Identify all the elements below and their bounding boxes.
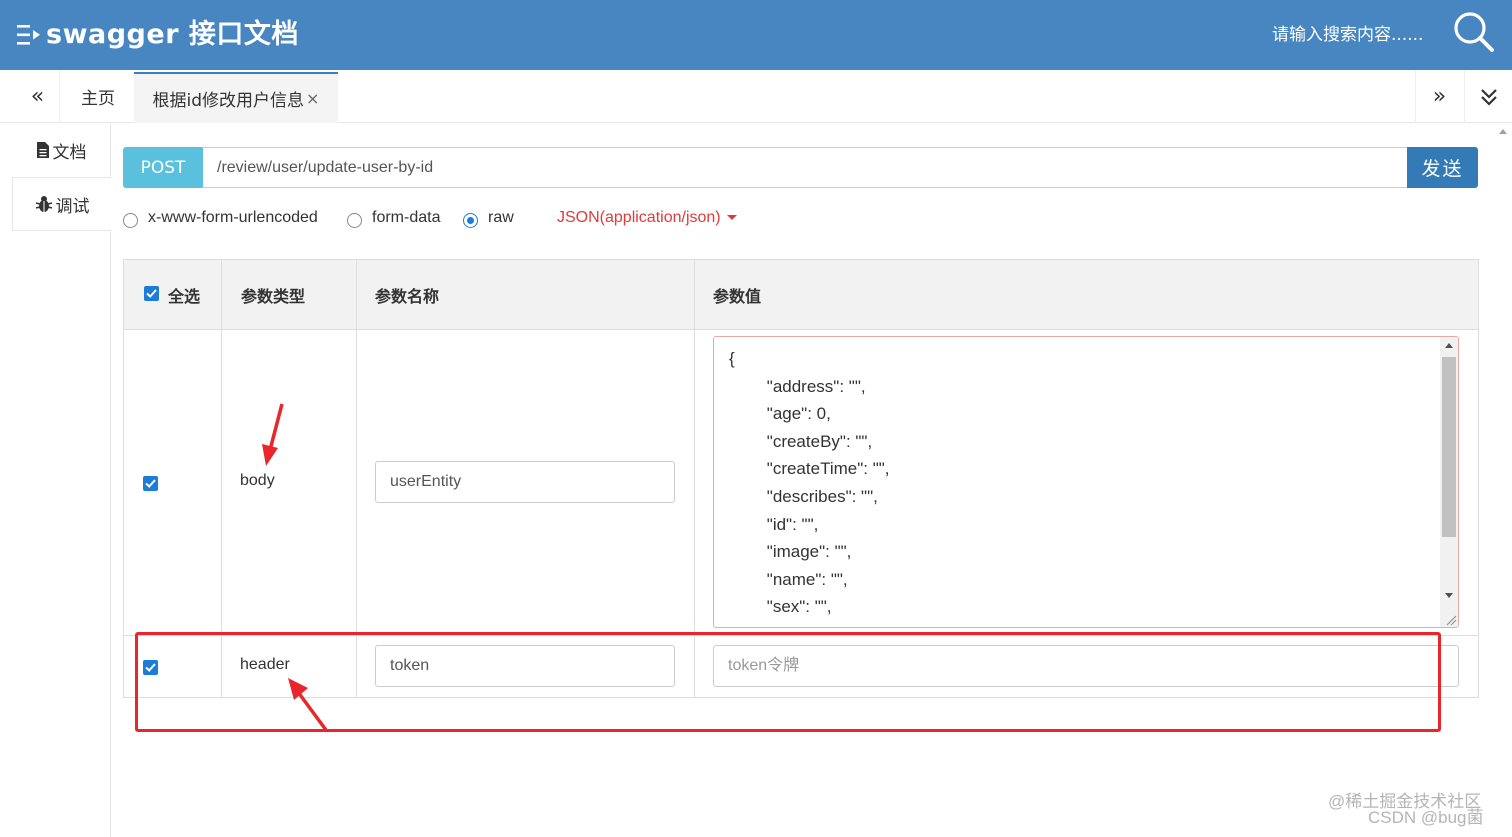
app-header: swagger 接口文档 请输入搜索内容...... <box>0 0 1512 70</box>
http-method-badge: POST <box>123 147 203 188</box>
annotation-arrow-icon <box>288 678 328 732</box>
sidebar-item-doc-label: 文档 <box>52 142 87 163</box>
tab-home-label: 主页 <box>81 89 115 109</box>
table-header <box>124 260 1478 330</box>
radio-raw[interactable] <box>463 213 478 228</box>
send-button[interactable]: 发送 <box>1407 147 1478 188</box>
radio-urlencoded-label: x-www-form-urlencoded <box>148 209 318 226</box>
select-all-label: 全选 <box>168 287 201 306</box>
content-type-label: JSON(application/json) <box>557 209 721 226</box>
double-chevron-right-icon: » <box>1432 84 1447 109</box>
close-icon[interactable]: × <box>306 89 319 108</box>
sidebar-item-debug[interactable]: 调试 <box>12 177 111 231</box>
sidebar-item-doc[interactable]: 文档 <box>12 123 110 177</box>
tab-scroll-right-button[interactable]: » <box>1415 70 1463 123</box>
bug-icon <box>35 196 52 212</box>
search-input[interactable]: 请输入搜索内容...... <box>1272 23 1423 47</box>
check-icon <box>145 479 156 488</box>
request-url-input[interactable]: /review/user/update-user-by-id <box>202 147 1408 188</box>
tab-bar: « 主页 根据id修改用户信息 × » <box>0 70 1512 123</box>
th-param-name: 参数名称 <box>375 287 440 306</box>
tab-home[interactable]: 主页 <box>62 70 134 123</box>
row-body-type: body <box>240 472 275 489</box>
scroll-up-icon[interactable] <box>1445 343 1453 348</box>
app-title: swagger 接口文档 <box>46 19 299 50</box>
tab-update-user[interactable]: 根据id修改用户信息 × <box>134 72 338 123</box>
tab-menu-button[interactable] <box>1464 70 1512 123</box>
double-chevron-down-icon <box>1480 88 1497 106</box>
row-body-name-input[interactable]: userEntity <box>375 461 675 503</box>
tab-scroll-left-button[interactable]: « <box>16 70 60 123</box>
watermark-csdn: CSDN @bug菌 <box>1368 808 1484 827</box>
row-body-checkbox[interactable] <box>143 476 158 491</box>
th-param-type: 参数类型 <box>241 287 306 306</box>
double-chevron-left-icon: « <box>30 84 45 109</box>
page-scrollbar[interactable] <box>1494 123 1512 837</box>
row-body-value-textarea[interactable]: { "address": "", "age": 0, "createBy": "… <box>713 336 1459 628</box>
select-all-checkbox[interactable] <box>144 285 159 301</box>
th-select-all: 全选 <box>144 260 221 330</box>
radio-raw-label: raw <box>488 209 514 226</box>
scroll-down-icon[interactable] <box>1445 593 1453 598</box>
radio-urlencoded[interactable] <box>123 213 138 228</box>
json-body-text: { "address": "", "age": 0, "createBy": "… <box>729 349 890 617</box>
left-sidebar: 文档 调试 <box>12 123 111 837</box>
menu-icon[interactable] <box>16 22 42 48</box>
resize-grip-icon[interactable] <box>1443 612 1457 626</box>
sidebar-item-debug-label: 调试 <box>55 196 90 217</box>
search-icon[interactable] <box>1452 10 1496 54</box>
caret-down-icon <box>726 215 737 221</box>
tab-update-user-label: 根据id修改用户信息 <box>152 91 305 111</box>
scroll-up-icon[interactable] <box>1499 129 1507 134</box>
textarea-scrollbar[interactable] <box>1440 337 1458 627</box>
content-type-dropdown[interactable]: JSON(application/json) <box>557 209 737 227</box>
radio-form-data[interactable] <box>347 213 362 228</box>
radio-form-data-label: form-data <box>372 209 441 226</box>
th-param-value: 参数值 <box>713 287 762 306</box>
annotation-arrow-icon <box>262 403 284 466</box>
scroll-thumb[interactable] <box>1442 357 1456 537</box>
document-icon <box>36 142 49 158</box>
check-icon <box>146 288 157 298</box>
